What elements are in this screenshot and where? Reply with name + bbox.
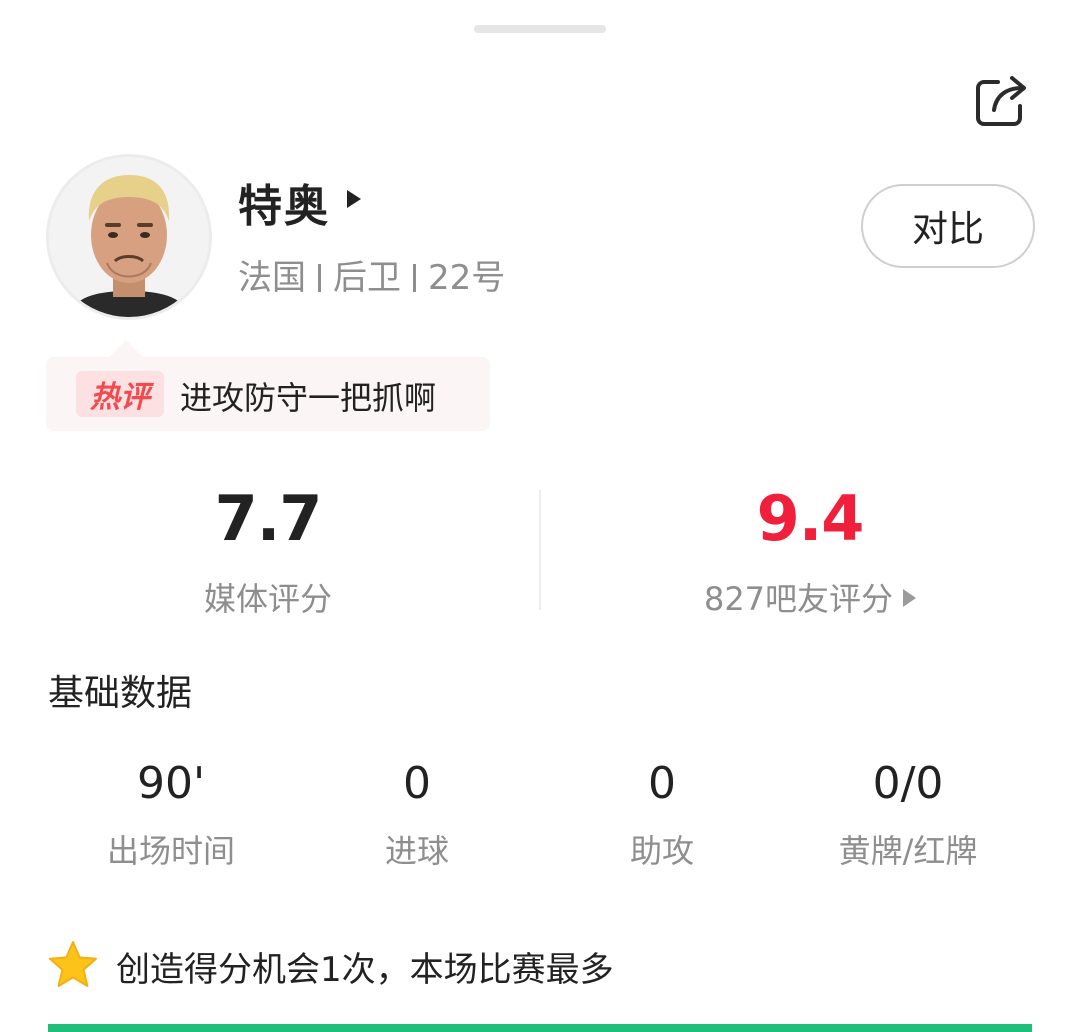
hot-comment-pointer — [108, 340, 144, 358]
player-photo — [49, 157, 209, 317]
player-name[interactable]: 特奥 — [238, 170, 330, 234]
hot-comment-tag: 热评 — [76, 371, 164, 417]
stat-value: 90' — [136, 758, 206, 809]
stat-value: 0 — [648, 758, 676, 809]
player-avatar[interactable] — [46, 154, 212, 320]
player-number: 22号 — [428, 258, 506, 298]
stat-label: 出场时间 — [106, 832, 235, 870]
share-icon — [976, 76, 1026, 126]
triangle-right-icon — [903, 589, 917, 607]
meta-separator — [318, 264, 321, 292]
stat-cards: 0/0 黄牌/红牌 — [783, 756, 1033, 872]
share-button[interactable] — [974, 72, 1030, 128]
hot-comment-text: 进攻防守一把抓啊 — [180, 379, 437, 417]
drag-handle[interactable] — [474, 25, 606, 33]
player-position: 后卫 — [333, 258, 401, 298]
fans-rating-value: 9.4 — [756, 482, 865, 555]
player-country: 法国 — [238, 258, 306, 298]
match-highlight: 创造得分机会1次，本场比赛最多 — [46, 938, 614, 994]
media-rating-label: 媒体评分 — [203, 580, 332, 618]
stat-label: 进球 — [384, 832, 449, 870]
triangle-right-icon[interactable] — [347, 190, 361, 208]
stat-assists: 0 助攻 — [537, 756, 787, 872]
media-rating-value: 7.7 — [214, 482, 323, 555]
fans-rating-label: 827吧友评分 — [703, 580, 894, 618]
compare-button[interactable]: 对比 — [861, 184, 1035, 268]
star-icon — [49, 941, 97, 987]
stat-minutes: 90' 出场时间 — [46, 756, 296, 872]
player-sheet: 特奥 法国 后卫 22号 对比 热评 进攻防守一把抓啊 7.7 媒体评分 9.4 8… — [0, 0, 1076, 1032]
stat-label: 黄牌/红牌 — [838, 832, 978, 870]
stat-value: 0 — [403, 758, 431, 809]
stat-value: 0/0 — [872, 758, 944, 809]
stat-label: 助攻 — [629, 832, 694, 870]
rating-divider — [539, 490, 541, 610]
fans-rating[interactable]: 9.4 827吧友评分 — [610, 484, 1010, 620]
section-accent-bar — [48, 1024, 1032, 1032]
fans-rating-label-row[interactable]: 827吧友评分 — [610, 574, 1010, 620]
player-meta: 法国 后卫 22号 — [238, 250, 505, 299]
section-title-basic-stats: 基础数据 — [48, 673, 193, 714]
media-rating: 7.7 媒体评分 — [68, 484, 468, 620]
stat-goals: 0 进球 — [292, 756, 542, 872]
meta-separator — [413, 264, 416, 292]
hot-comment[interactable]: 热评 进攻防守一把抓啊 — [46, 357, 490, 431]
highlight-text: 创造得分机会1次，本场比赛最多 — [116, 949, 614, 990]
